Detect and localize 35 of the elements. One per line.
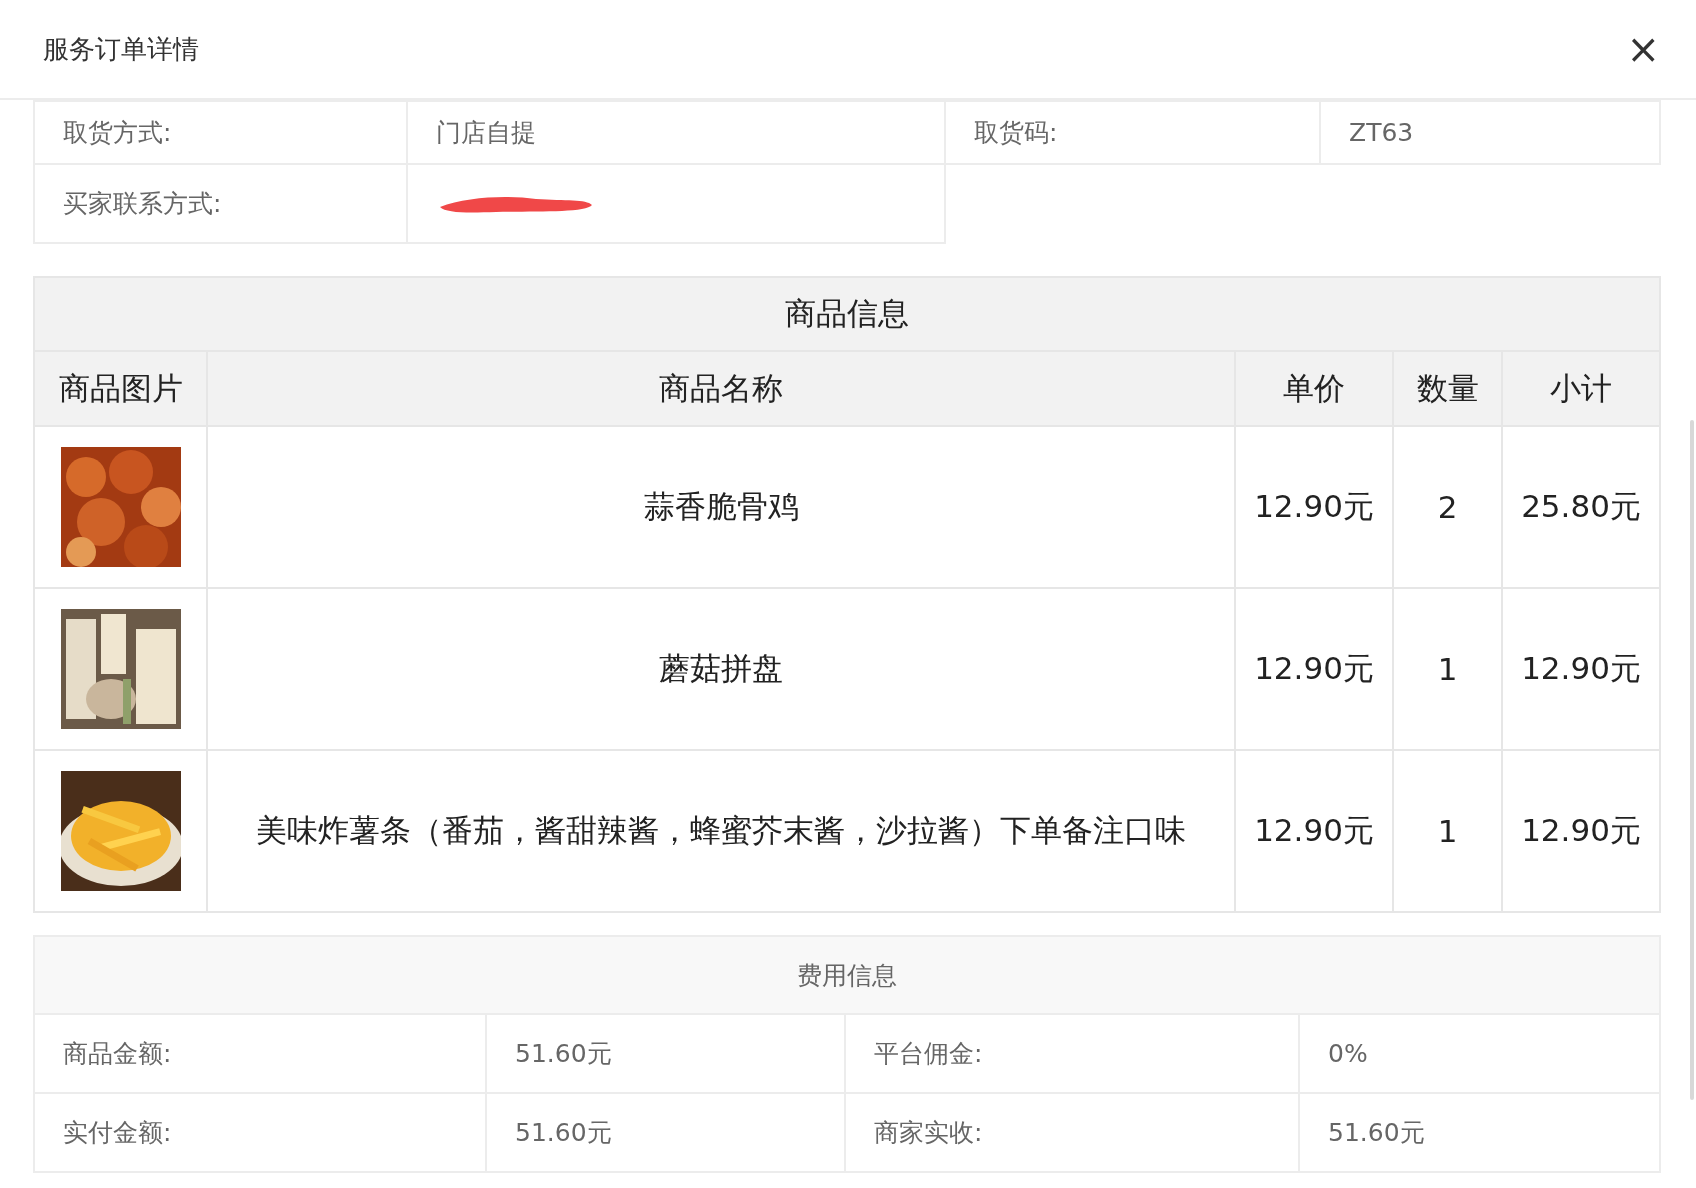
field-value: 0% bbox=[1299, 1014, 1660, 1093]
close-button[interactable]: × bbox=[1620, 29, 1666, 69]
field-value: 51.60元 bbox=[486, 1093, 845, 1172]
field-label: 买家联系方式: bbox=[34, 164, 407, 243]
table-cell: 12.90元 bbox=[1235, 588, 1393, 750]
field-value: 51.60元 bbox=[1299, 1093, 1660, 1172]
column-header: 商品图片 bbox=[34, 351, 207, 426]
field-label: 商品金额: bbox=[34, 1014, 486, 1093]
field-value: 门店自提 bbox=[407, 101, 945, 164]
table-cell: 25.80元 bbox=[1502, 426, 1661, 588]
section-title: 费用信息 bbox=[34, 936, 1660, 1014]
column-header: 商品名称 bbox=[207, 351, 1235, 426]
table-cell: 12.90元 bbox=[1235, 750, 1393, 912]
column-header: 数量 bbox=[1393, 351, 1502, 426]
table-cell: 12.90元 bbox=[1502, 750, 1661, 912]
field-label: 取货码: bbox=[945, 101, 1320, 164]
scrollbar[interactable] bbox=[1690, 420, 1694, 1100]
table-cell: 2 bbox=[1393, 426, 1502, 588]
table-cell: 1 bbox=[1393, 588, 1502, 750]
dialog-title: 服务订单详情 bbox=[43, 32, 199, 66]
column-header: 单价 bbox=[1235, 351, 1393, 426]
field-label: 平台佣金: bbox=[845, 1014, 1299, 1093]
section-title: 商品信息 bbox=[34, 277, 1661, 351]
table-cell: 美味炸薯条（番茄，酱甜辣酱，蜂蜜芥末酱，沙拉酱）下单备注口味 bbox=[207, 750, 1235, 912]
table-cell: 1 bbox=[1393, 750, 1502, 912]
table-cell: 蒜香脆骨鸡 bbox=[207, 426, 1235, 588]
table-cell: 12.90元 bbox=[1502, 588, 1661, 750]
column-header: 小计 bbox=[1502, 351, 1661, 426]
table-cell: 12.90元 bbox=[1235, 426, 1393, 588]
field-value: 51.60元 bbox=[486, 1014, 845, 1093]
field-label: 取货方式: bbox=[34, 101, 407, 164]
field-value: ZT63 bbox=[1320, 101, 1660, 164]
field-label: 实付金额: bbox=[34, 1093, 486, 1172]
field-label: 商家实收: bbox=[845, 1093, 1299, 1172]
table-cell: 蘑菇拼盘 bbox=[207, 588, 1235, 750]
